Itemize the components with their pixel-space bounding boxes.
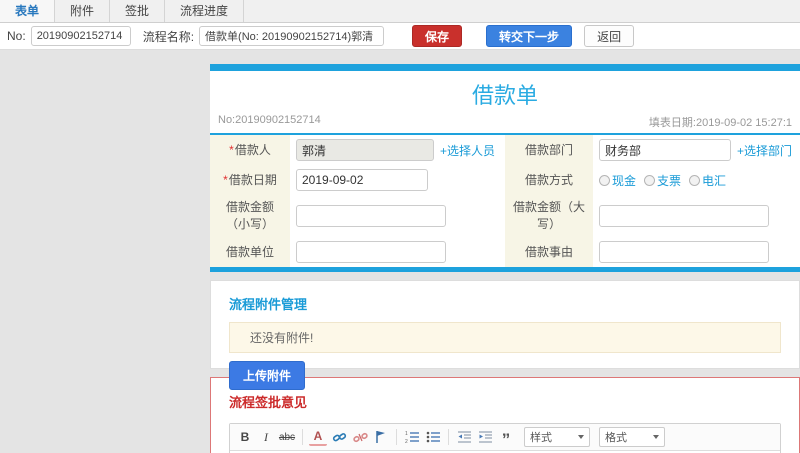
editor-toolbar: B I abc A 12 ” 样式 格式 [230,424,780,451]
process-name-label: 流程名称: [142,29,195,44]
loan-form-panel: 借款单 No:20190902152714 填表日期:2019-09-02 15… [210,64,800,272]
required-mark: * [229,142,234,157]
save-button[interactable]: 保存 [412,25,463,47]
panel-bottom-accent-bar [210,267,800,272]
loan-reason-input[interactable] [599,241,769,263]
amount-small-field [290,195,505,237]
main-content: 借款单 No:20190902152714 填表日期:2019-09-02 15… [0,50,800,453]
unordered-list-icon[interactable] [424,428,442,446]
loan-reason-label: 借款事由 [505,237,593,267]
tab-approval[interactable]: 签批 [110,0,166,22]
attachment-panel: 流程附件管理 还没有附件! 上传附件 [210,280,800,390]
form-date-text: 填表日期:2019-09-02 15:27:1 [648,117,792,129]
form-grid: *借款人 +选择人员 借款部门 +选择部门 *借款日期 借款方式 [210,135,800,267]
loan-date-label: *借款日期 [210,165,290,195]
loan-method-label: 借款方式 [505,165,593,195]
process-name-input[interactable] [199,26,385,46]
ordered-list-icon[interactable]: 12 [403,428,421,446]
form-title: 借款单 [471,83,538,108]
amount-big-input[interactable] [599,205,769,227]
loan-unit-label: 借款单位 [210,237,290,267]
command-bar: No: 流程名称: 保存 转交下一步 返回 [0,23,800,50]
tab-strip: 表单 附件 签批 流程进度 [0,0,800,23]
amount-small-label: 借款金额（小写） [210,195,290,237]
panel-top-accent-bar [210,64,800,71]
approval-heading: 流程签批意见 [229,395,308,410]
blockquote-icon[interactable]: ” [497,428,515,448]
amount-big-label: 借款金额（大写） [505,195,593,237]
toolbar-separator [396,429,397,445]
required-mark: * [223,172,228,187]
borrower-input[interactable] [296,139,434,161]
radio-circle-icon [644,174,656,186]
radio-wire[interactable]: 电汇 [689,172,726,189]
style-dropdown[interactable]: 样式 [524,427,590,447]
borrower-field: +选择人员 [290,135,505,165]
borrower-label: *借款人 [210,135,290,165]
toolbar-separator [448,429,449,445]
tab-attachments[interactable]: 附件 [55,0,111,22]
bold-icon[interactable]: B [236,428,254,446]
radio-cash[interactable]: 现金 [599,172,636,189]
upload-attachment-button[interactable]: 上传附件 [229,361,306,390]
loan-date-input[interactable] [296,169,428,191]
amount-big-field [593,195,800,237]
chevron-down-icon [653,435,659,439]
no-input[interactable] [30,26,131,46]
outdent-icon[interactable] [455,428,473,446]
tab-form[interactable]: 表单 [0,0,56,22]
remove-format-icon[interactable]: A [309,428,327,446]
svg-text:1: 1 [405,431,408,437]
rich-text-editor: B I abc A 12 ” 样式 格式 [229,423,781,453]
amount-small-input[interactable] [296,205,446,227]
loan-unit-field [290,237,505,267]
no-attachment-notice: 还没有附件! [229,322,781,353]
anchor-flag-icon[interactable] [372,428,390,446]
svg-text:2: 2 [405,439,408,444]
select-dept-link[interactable]: +选择部门 [737,142,792,159]
italic-icon[interactable]: I [257,428,275,446]
loan-method-field: 现金 支票 电汇 [593,165,800,195]
dept-label: 借款部门 [505,135,593,165]
select-person-link[interactable]: +选择人员 [440,142,495,159]
form-no-text: No:20190902152714 [218,114,321,126]
attachment-heading: 流程附件管理 [229,297,308,312]
dept-field: +选择部门 [593,135,800,165]
radio-circle-icon [689,174,701,186]
toolbar-separator [302,429,303,445]
radio-cheque[interactable]: 支票 [644,172,681,189]
radio-circle-icon [599,174,610,186]
loan-unit-input[interactable] [296,241,446,263]
tab-progress[interactable]: 流程进度 [165,0,245,22]
strikethrough-icon[interactable]: abc [278,428,296,446]
loan-method-radio-group: 现金 支票 电汇 [599,172,726,189]
unlink-icon[interactable] [351,428,369,446]
dept-input[interactable] [599,139,731,161]
forward-next-step-button[interactable]: 转交下一步 [486,25,573,47]
loan-reason-field [593,237,800,267]
indent-icon[interactable] [476,428,494,446]
form-meta-row: No:20190902152714 填表日期:2019-09-02 15:27:… [210,112,800,133]
no-label: No: [7,29,26,43]
link-icon[interactable] [330,428,348,446]
chevron-down-icon [578,435,584,439]
format-dropdown[interactable]: 格式 [599,427,665,447]
loan-date-field [290,165,505,195]
back-button[interactable]: 返回 [584,25,635,47]
